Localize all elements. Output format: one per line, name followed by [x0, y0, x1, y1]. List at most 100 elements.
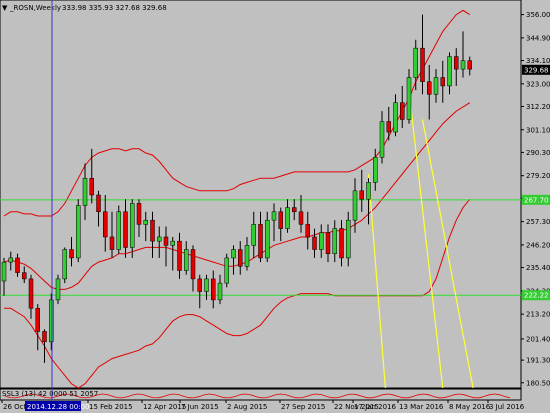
candle-body	[346, 219, 351, 259]
lower-level-tag-text: 222.22	[524, 292, 549, 300]
time-axis: 26 Oct 2014.12.28 00:00 15 Feb 2015 12 Apr …	[1, 400, 525, 411]
price-tick-label: 323.00	[526, 80, 550, 88]
candle-body	[460, 60, 466, 70]
time-cursor-label: 2014.12.28 00:00	[27, 403, 89, 411]
price-tick-label: 344.90	[526, 34, 550, 42]
candle-body	[271, 211, 277, 221]
price-tick-label: 180.50	[526, 379, 550, 387]
candle-body	[359, 190, 364, 200]
time-tick-label: 13 Mar 2016	[399, 403, 444, 411]
price-tick-label: 290.30	[526, 149, 550, 157]
candle-body	[231, 249, 236, 259]
candle-body	[278, 211, 283, 229]
price-axis: 356.00 344.90 334.10 323.00 312.20 301.10 290.…	[521, 11, 550, 387]
price-tick-label: 257.30	[526, 218, 550, 226]
candle-body	[413, 47, 418, 78]
candle-body	[298, 211, 304, 225]
candle-body	[447, 56, 452, 87]
candle-body	[8, 257, 13, 263]
candle-body	[96, 194, 101, 213]
symbol-label: _ROSN,Weekly	[9, 4, 61, 12]
price-tick-label: 312.20	[526, 103, 550, 111]
current-price-tag-text: 329.68	[524, 66, 549, 74]
candle-body	[217, 282, 223, 301]
candle-body	[76, 205, 81, 259]
candle-body	[224, 257, 229, 284]
time-tick-label: 8 May 2016	[449, 403, 491, 411]
candle-body	[143, 219, 148, 225]
candle-body	[467, 60, 472, 70]
candle-body	[103, 211, 108, 238]
candle-body	[49, 299, 54, 343]
candle-body	[130, 203, 135, 248]
chart-window[interactable]: SSL3 (13) 42 0000 51 2057 ▼ _ROSN,Weekly…	[0, 0, 550, 413]
candle-body	[204, 278, 209, 292]
candle-body	[440, 77, 445, 87]
indicator-title: SSL3 (13) 42 0000 51 2057	[2, 390, 98, 398]
price-tick-label: 201.40	[526, 335, 550, 343]
candle-body	[136, 203, 142, 225]
candle-body	[244, 245, 250, 267]
candle-body	[170, 240, 175, 246]
candle-body	[1, 261, 7, 282]
candle-body	[305, 224, 310, 238]
candle-body	[89, 177, 94, 196]
candle-body	[454, 56, 459, 70]
price-chart[interactable]: SSL3 (13) 42 0000 51 2057 ▼ _ROSN,Weekly…	[0, 0, 550, 413]
price-tick-label: 235.40	[526, 264, 550, 272]
candle-body	[400, 102, 405, 120]
candle-body	[163, 236, 169, 246]
candle-body	[55, 278, 61, 301]
candle-body	[109, 236, 115, 250]
candle-body	[312, 236, 317, 250]
candle-body	[42, 331, 47, 343]
price-tick-label: 279.20	[526, 172, 550, 180]
price-tick-label: 301.10	[526, 126, 550, 134]
candle-body	[332, 228, 337, 254]
candle-body	[325, 232, 331, 254]
candle-body	[197, 278, 202, 292]
time-tick-label: 15 Feb 2015	[89, 403, 133, 411]
candle-body	[373, 156, 378, 183]
time-tick-label: 17 Jan 2016	[354, 403, 397, 411]
price-tick-label: 191.30	[526, 357, 550, 365]
candle-body	[177, 240, 182, 271]
candle-body	[319, 232, 324, 250]
candle-body	[339, 228, 344, 259]
upper-level-tag-text: 267.70	[524, 196, 549, 204]
price-tick-label: 356.00	[526, 11, 550, 19]
time-tick-label: 27 Sep 2015	[281, 403, 325, 411]
price-tick-label: 246.20	[526, 241, 550, 249]
candle-body	[15, 257, 20, 273]
candle-body	[258, 224, 263, 259]
candle-body	[420, 47, 425, 82]
candle-body	[251, 224, 256, 246]
candle-body	[150, 219, 155, 242]
plot-area[interactable]	[0, 0, 522, 389]
candle-body	[116, 211, 121, 250]
candle-body	[366, 182, 371, 200]
candle-body	[35, 308, 40, 332]
price-tick-label: 334.10	[526, 57, 550, 65]
candle-body	[379, 121, 385, 158]
candle-body	[123, 211, 128, 248]
candle-body	[265, 219, 270, 259]
candle-body	[157, 236, 162, 242]
time-tick-label: 26 Oct	[3, 403, 26, 411]
candle-body	[69, 249, 74, 259]
candle-body	[386, 121, 391, 133]
down-arrow-icon: ▼	[2, 4, 8, 12]
candle-body	[28, 278, 34, 309]
time-tick-label: 12 Apr 2015	[143, 403, 186, 411]
candle-body	[22, 272, 27, 280]
candle-body	[406, 77, 412, 120]
candle-body	[82, 177, 88, 206]
candle-body	[292, 207, 297, 213]
candle-body	[285, 207, 290, 229]
time-tick-label: 7 Jun 2015	[181, 403, 219, 411]
candle-body	[427, 81, 432, 95]
candle-body	[393, 102, 398, 133]
candle-body	[433, 77, 439, 95]
time-tick-label: 3 Jul 2016	[489, 403, 525, 411]
ohlc-readout: 333.98 335.93 327.68 329.68	[62, 4, 167, 12]
